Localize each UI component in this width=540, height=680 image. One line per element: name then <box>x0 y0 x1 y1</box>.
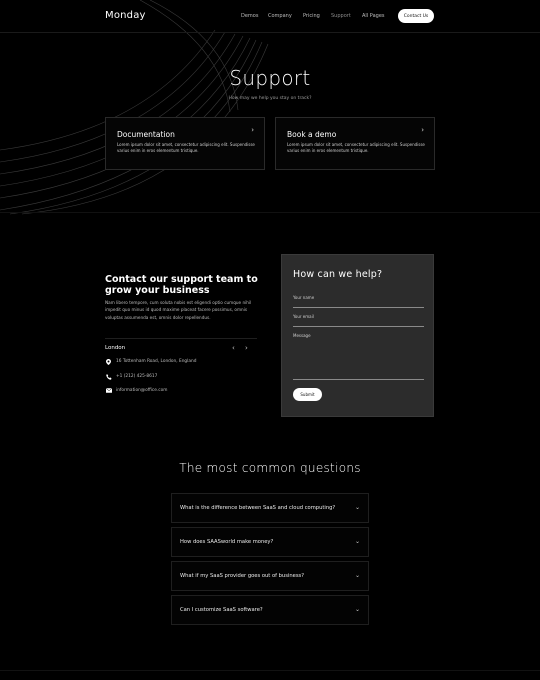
nav-link-pricing[interactable]: Pricing <box>303 13 320 19</box>
chevron-right-icon[interactable]: › <box>245 344 248 352</box>
faq-item[interactable]: How does SAASworld make money? ⌄ <box>171 527 369 557</box>
faq-question: How does SAASworld make money? <box>180 539 274 545</box>
message-field-label: Message <box>293 333 311 338</box>
card-title: Documentation <box>117 130 175 139</box>
faq-item[interactable]: What if my SaaS provider goes out of bus… <box>171 561 369 591</box>
nav-link-company[interactable]: Company <box>268 13 292 19</box>
email-text[interactable]: information@office.com <box>116 388 167 393</box>
chevron-down-icon: ⌄ <box>354 538 360 545</box>
email-row: information@office.com <box>105 387 167 394</box>
section-divider <box>0 212 540 213</box>
email-field-label: Your email <box>293 314 314 319</box>
card-text: Lorem ipsum dolor sit amet, consectetur … <box>287 142 425 153</box>
contact-heading: Contact our support team to grow your bu… <box>105 274 258 296</box>
nav-link-demos[interactable]: Demos <box>241 13 258 19</box>
faq-question: What is the difference between SaaS and … <box>180 505 336 511</box>
nav-link-support[interactable]: Support <box>331 13 351 19</box>
message-field[interactable]: Message <box>293 333 424 380</box>
email-field[interactable]: Your email <box>293 314 424 327</box>
chevron-right-icon: › <box>251 126 254 134</box>
map-pin-icon <box>105 358 112 365</box>
documentation-card[interactable]: Documentation Lorem ipsum dolor sit amet… <box>105 117 265 170</box>
logo[interactable]: Monday <box>105 10 146 21</box>
location-name: London <box>105 345 126 351</box>
page-title: Support <box>229 66 311 90</box>
phone-text[interactable]: +1 (212) 425-8617 <box>116 374 157 379</box>
faq-item[interactable]: Can I customize SaaS software? ⌄ <box>171 595 369 625</box>
page-subtitle: How may we help you stay on track? <box>228 96 312 101</box>
name-field-label: Your name <box>293 295 315 300</box>
footer-divider <box>0 670 540 671</box>
name-field[interactable]: Your name <box>293 295 424 308</box>
card-text: Lorem ipsum dolor sit amet, consectetur … <box>117 142 255 153</box>
chevron-down-icon: ⌄ <box>354 572 360 579</box>
mail-icon <box>105 387 112 394</box>
background-arcs <box>0 0 269 215</box>
form-title: How can we help? <box>293 269 383 280</box>
phone-row: +1 (212) 425-8617 <box>105 373 157 380</box>
address-text: 16 Tottenham Road, London, England <box>116 359 197 364</box>
nav-link-all-pages[interactable]: All Pages <box>362 13 385 19</box>
faq-question: What if my SaaS provider goes out of bus… <box>180 573 304 579</box>
book-demo-card[interactable]: Book a demo Lorem ipsum dolor sit amet, … <box>275 117 435 170</box>
phone-icon <box>105 373 112 380</box>
divider <box>105 338 257 339</box>
contact-form: How can we help? Your name Your email Me… <box>281 254 434 417</box>
faq-heading: The most common questions <box>179 461 361 475</box>
contact-description: Nam libero tempore, cum soluta nobis est… <box>105 300 252 320</box>
contact-us-button[interactable]: Contact Us <box>398 9 434 23</box>
chevron-left-icon[interactable]: ‹ <box>232 344 235 352</box>
faq-question: Can I customize SaaS software? <box>180 607 263 613</box>
faq-item[interactable]: What is the difference between SaaS and … <box>171 493 369 523</box>
submit-button[interactable]: Submit <box>293 388 322 401</box>
card-title: Book a demo <box>287 130 337 139</box>
address-row: 16 Tottenham Road, London, England <box>105 358 196 365</box>
chevron-down-icon: ⌄ <box>354 606 360 613</box>
top-navbar: Monday Demos Company Pricing Support All… <box>0 0 540 33</box>
chevron-down-icon: ⌄ <box>354 504 360 511</box>
chevron-right-icon: › <box>421 126 424 134</box>
